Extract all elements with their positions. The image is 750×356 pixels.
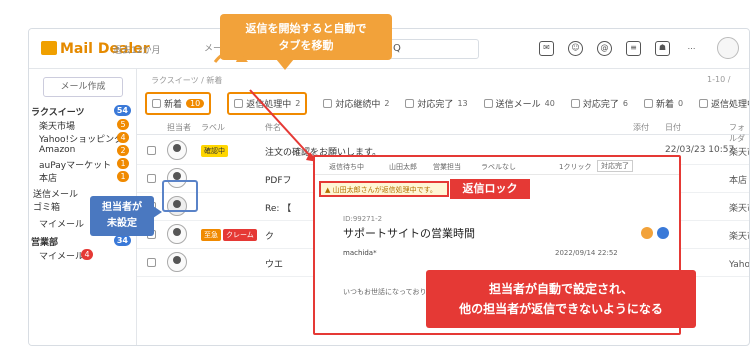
sidebar-item-amazon[interactable]: Amazon 2 bbox=[39, 145, 133, 156]
compose-button[interactable]: メール作成 bbox=[43, 77, 123, 97]
row-folder: 楽天市場 bbox=[729, 148, 749, 158]
row-checkbox[interactable] bbox=[147, 146, 156, 155]
label-select[interactable]: ラベルなし bbox=[481, 162, 516, 172]
col-subject[interactable]: 件名 bbox=[265, 122, 281, 133]
assignee-select[interactable]: 山田太郎 bbox=[389, 162, 417, 172]
col-assignee[interactable]: 担当者 bbox=[167, 122, 191, 133]
sidebar-item-rakuten[interactable]: 楽天市場 5 bbox=[39, 119, 133, 132]
toolbar-icons: ✉ ☺ @ ≡ ☗ … bbox=[539, 41, 699, 56]
sidebar-item-honten[interactable]: 本店 1 bbox=[39, 171, 133, 184]
row-subject: ウエ bbox=[265, 260, 284, 270]
callout-auto-assign: 担当者が自動で設定され、 他の担当者が返信できないようになる bbox=[426, 270, 696, 328]
row-folder: 本店 bbox=[729, 176, 748, 186]
tab-ongoing[interactable]: 対応継続中 2 bbox=[323, 97, 389, 110]
sidebar-item-mymail-sales[interactable]: マイメール 4 bbox=[39, 249, 133, 262]
row-checkbox[interactable] bbox=[147, 258, 156, 267]
label-badge: 至急 bbox=[201, 229, 221, 241]
tab-new[interactable]: 新着 10 bbox=[145, 91, 212, 115]
row-checkbox[interactable] bbox=[147, 174, 156, 183]
col-attach[interactable]: 添付 bbox=[633, 122, 649, 133]
row-folder: 楽天市場 bbox=[729, 204, 749, 214]
tab-icon bbox=[643, 98, 653, 108]
row-folder: Yahoo!シ bbox=[729, 260, 750, 270]
period-select[interactable]: 過去12か月 bbox=[113, 43, 160, 56]
assignee-avatar[interactable] bbox=[167, 252, 187, 272]
lock-warning-bar: ▲ 山田太郎さんが返信処理中です。 bbox=[319, 181, 449, 197]
sidebar-group-sales[interactable]: 営業部 34 bbox=[31, 235, 135, 248]
search-icon: Q bbox=[393, 43, 401, 54]
label-badge: クレーム bbox=[223, 229, 257, 241]
status-tabs: 新着 10 返信処理中 2 対応継続中 2 対応完了 13 送信メール 40 対応完了 6 … bbox=[145, 91, 749, 115]
reply-lock-label: 返信ロック bbox=[450, 179, 530, 199]
tab-new-2[interactable]: 新着 0 bbox=[643, 97, 683, 110]
tab-icon bbox=[152, 98, 161, 108]
tab-icon bbox=[234, 98, 244, 108]
assignee-avatar[interactable] bbox=[167, 224, 187, 244]
status-select[interactable]: 返信待ち中 bbox=[329, 162, 364, 172]
sidebar-group-raksweets[interactable]: ラクスイーツ 54 bbox=[31, 105, 135, 118]
tab-done[interactable]: 対応完了 13 bbox=[405, 97, 468, 110]
detail-toolbar: 返信待ち中 山田太郎 営業担当 ラベルなし 1クリック 対応完了 bbox=[315, 157, 679, 175]
more-icon[interactable]: … bbox=[684, 41, 699, 56]
document-icon[interactable]: ≡ bbox=[626, 41, 641, 56]
tab-replying-2[interactable]: 返信処理中0 bbox=[699, 97, 749, 110]
search-input[interactable]: Q bbox=[384, 39, 479, 59]
tab-icon bbox=[483, 98, 493, 108]
label-badge: 確認中 bbox=[201, 145, 228, 157]
breadcrumb: ラクスイーツ / 新着 bbox=[151, 76, 223, 85]
row-subject: ク bbox=[265, 232, 275, 242]
one-click-label: 1クリック bbox=[559, 163, 592, 171]
tab-icon bbox=[323, 98, 333, 108]
row-folder: 楽天市場 bbox=[729, 232, 749, 242]
row-subject: PDFフ bbox=[265, 176, 292, 186]
user-avatar[interactable] bbox=[717, 37, 739, 59]
sender-address: machida* bbox=[343, 249, 377, 257]
callout-unassigned: 担当者が 未設定 bbox=[90, 196, 162, 236]
complete-button[interactable]: 対応完了 bbox=[597, 160, 633, 172]
detail-action-icons bbox=[641, 227, 669, 239]
mail-icon[interactable]: ✉ bbox=[539, 41, 554, 56]
tab-icon bbox=[570, 98, 580, 108]
group-select[interactable]: 営業担当 bbox=[433, 162, 461, 172]
warning-icon: ▲ bbox=[325, 186, 333, 194]
column-header: 担当者 ラベル 件名 添付 日付 フォルダ bbox=[137, 119, 749, 143]
smile-icon[interactable]: ☺ bbox=[568, 41, 583, 56]
row-date: 22/03/23 10:57 bbox=[665, 145, 735, 155]
tab-done-2[interactable]: 対応完了 6 bbox=[570, 97, 628, 110]
assignee-avatar[interactable] bbox=[167, 140, 187, 160]
logo-icon bbox=[41, 41, 57, 55]
col-date[interactable]: 日付 bbox=[665, 122, 681, 133]
tab-sent[interactable]: 送信メール 40 bbox=[483, 97, 555, 110]
message-id: ID:99271-2 bbox=[343, 215, 383, 223]
unassigned-highlight bbox=[162, 180, 198, 212]
at-icon[interactable]: @ bbox=[597, 41, 612, 56]
row-subject: Re: 【 bbox=[265, 204, 292, 214]
tab-icon bbox=[405, 98, 415, 108]
tab-icon bbox=[699, 98, 709, 108]
pager: 1-10 / bbox=[707, 75, 731, 84]
detail-subject: サポートサイトの営業時間 bbox=[343, 227, 475, 240]
tab-replying[interactable]: 返信処理中 2 bbox=[227, 91, 308, 115]
detail-date: 2022/09/14 22:52 bbox=[555, 249, 618, 257]
col-label[interactable]: ラベル bbox=[201, 122, 225, 133]
sidebar-item-yahoo[interactable]: Yahoo!ショッピング 4 bbox=[39, 132, 133, 145]
emoji-icon[interactable] bbox=[641, 227, 653, 239]
sidebar-item-aupay[interactable]: auPayマーケット 1 bbox=[39, 158, 133, 171]
chat-icon[interactable]: ☗ bbox=[655, 41, 670, 56]
callout-auto-tab-move: 返信を開始すると自動で タブを移動 bbox=[220, 14, 392, 70]
check-icon[interactable] bbox=[657, 227, 669, 239]
